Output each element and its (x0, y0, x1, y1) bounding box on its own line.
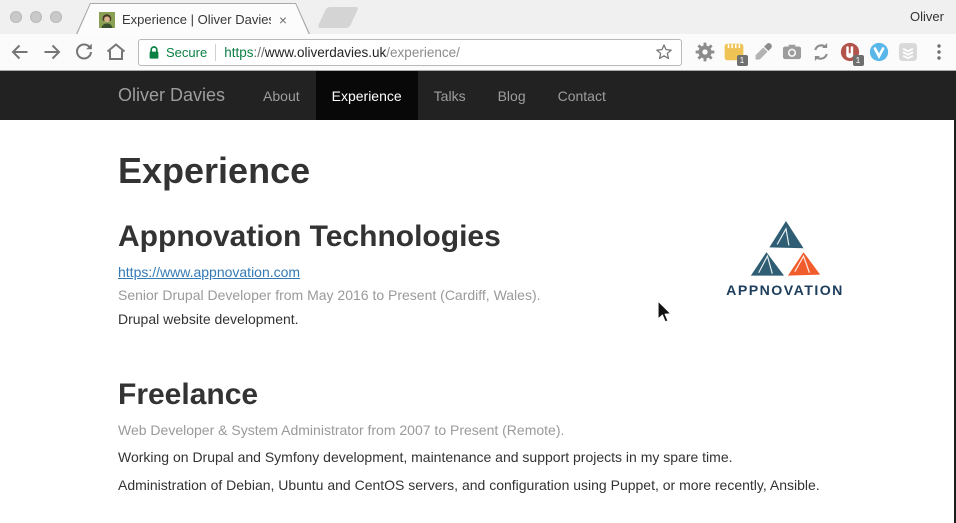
appnovation-role-meta: Senior Drupal Developer from May 2016 to… (118, 287, 541, 303)
blue-v-extension-icon[interactable] (868, 41, 890, 63)
address-bar[interactable]: Secure https://www.oliverdavies.uk/exper… (138, 39, 682, 66)
url-separator: :// (253, 45, 264, 60)
mouse-cursor (657, 301, 673, 325)
secure-lock-icon (147, 45, 161, 60)
nav-item-blog[interactable]: Blog (482, 71, 542, 120)
close-window-button[interactable] (10, 11, 22, 23)
appnovation-wordmark: APPNOVATION (726, 282, 844, 298)
freelance-role-meta: Web Developer & System Administrator fro… (118, 422, 564, 438)
extensions-area: 1 (690, 41, 956, 63)
url-scheme: https (224, 45, 253, 60)
minimize-window-button[interactable] (30, 11, 42, 23)
ruler-extension-icon[interactable]: 1 (723, 41, 745, 63)
eyedropper-extension-icon[interactable] (752, 41, 774, 63)
back-button[interactable] (8, 40, 32, 64)
bookmark-star-icon[interactable] (655, 43, 673, 61)
nav-item-contact[interactable]: Contact (542, 71, 622, 120)
url-host: www.oliverdavies.uk (265, 45, 387, 60)
tab-title: Experience | Oliver Davies (122, 12, 271, 27)
omnibox-divider (215, 44, 216, 61)
chrome-menu-icon[interactable] (930, 41, 948, 63)
forward-button[interactable] (40, 40, 64, 64)
camera-extension-icon[interactable] (781, 41, 803, 63)
site-navbar: Oliver Davies About Experience Talks Blo… (0, 71, 956, 120)
extension-badge: 1 (737, 55, 748, 66)
section-heading-appnovation: Appnovation Technologies (118, 220, 501, 254)
tab-close-icon[interactable]: × (279, 12, 287, 28)
red-blocker-extension-icon[interactable]: 1 (839, 41, 861, 63)
gear-extension-icon[interactable] (694, 41, 716, 63)
reload-button[interactable] (72, 40, 96, 64)
extension-badge: 1 (853, 55, 864, 66)
sync-arrows-extension-icon[interactable] (810, 41, 832, 63)
nav-item-experience[interactable]: Experience (316, 71, 418, 120)
browser-tab[interactable]: Experience | Oliver Davies × (76, 3, 310, 34)
appnovation-link[interactable]: https://www.appnovation.com (118, 264, 300, 280)
tab-strip: Experience | Oliver Davies × Oliver (0, 0, 956, 34)
page-title: Experience (118, 150, 310, 192)
navbar-brand[interactable]: Oliver Davies (118, 71, 247, 120)
secure-label[interactable]: Secure (166, 45, 207, 60)
new-tab-button[interactable] (317, 7, 359, 28)
section-heading-freelance: Freelance (118, 378, 258, 412)
freelance-description-2: Administration of Debian, Ubuntu and Cen… (118, 477, 820, 493)
appnovation-description: Drupal website development. (118, 311, 299, 327)
zoom-window-button[interactable] (50, 11, 62, 23)
browser-toolbar: Secure https://www.oliverdavies.uk/exper… (0, 34, 956, 71)
url-text[interactable]: https://www.oliverdavies.uk/experience/ (224, 45, 655, 60)
url-path: /experience/ (386, 45, 460, 60)
appnovation-logo: APPNOVATION (726, 220, 844, 302)
layered-checks-extension-icon[interactable] (897, 41, 919, 63)
home-button[interactable] (104, 40, 128, 64)
freelance-description-1: Working on Drupal and Symfony developmen… (118, 449, 733, 465)
site-favicon (99, 12, 115, 28)
nav-item-about[interactable]: About (247, 71, 316, 120)
profile-name[interactable]: Oliver (910, 9, 944, 24)
nav-item-talks[interactable]: Talks (418, 71, 482, 120)
